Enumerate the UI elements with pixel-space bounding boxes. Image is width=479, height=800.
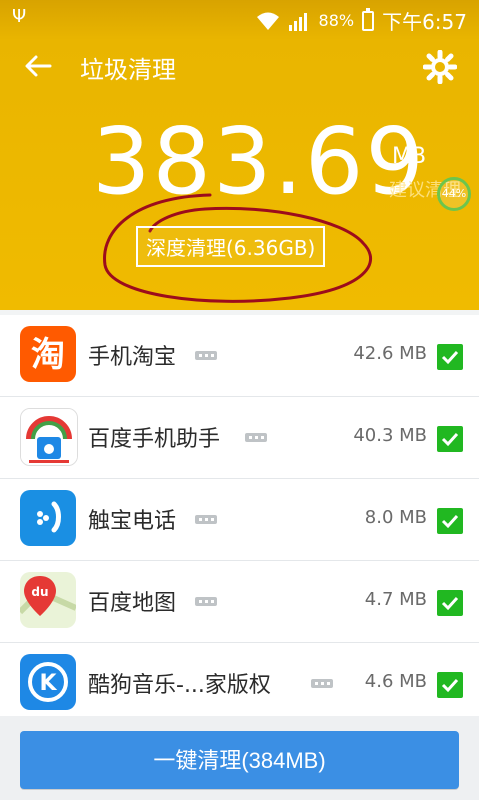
taobao-icon: 淘 (20, 326, 76, 382)
app-name: 手机淘宝 (88, 345, 177, 370)
app-name: 百度地图 (88, 591, 177, 616)
junk-app-list: 淘 手机淘宝 42.6 MB 百度手机助手 40.3 MB 触宝电话 8.0 M… (0, 310, 479, 725)
app-junk-size: 8.0 MB (364, 507, 427, 528)
item-checkbox[interactable] (437, 426, 463, 452)
svg-text:淘: 淘 (31, 335, 65, 375)
app-junk-size: 4.6 MB (364, 671, 427, 692)
gear-icon[interactable] (422, 49, 458, 85)
baidu-map-icon: du (20, 572, 76, 628)
list-item[interactable]: du 百度地图 4.7 MB (0, 561, 479, 643)
page-title: 垃圾清理 (80, 56, 176, 84)
app-name: 酷狗音乐-...家版权 (88, 673, 271, 698)
progress-circle: 44% (437, 177, 471, 211)
item-checkbox[interactable] (437, 590, 463, 616)
list-item[interactable]: K 酷狗音乐-...家版权 4.6 MB (0, 643, 479, 725)
battery-icon (362, 7, 375, 31)
more-icon[interactable] (245, 433, 267, 442)
touchpal-icon (20, 490, 76, 546)
list-item[interactable]: 百度手机助手 40.3 MB (0, 397, 479, 479)
item-checkbox[interactable] (437, 344, 463, 370)
deep-clean-button[interactable]: 深度清理(6.36GB) (136, 226, 326, 267)
status-bar: Ψ 88% 下午6:57 (0, 0, 479, 34)
item-checkbox[interactable] (437, 508, 463, 534)
app-name: 百度手机助手 (88, 427, 221, 452)
usb-icon: Ψ (12, 6, 27, 27)
app-junk-size: 42.6 MB (353, 343, 427, 364)
item-checkbox[interactable] (437, 672, 463, 698)
battery-percent: 88% (318, 11, 355, 30)
bottom-action-bar: 一键清理(384MB) (0, 716, 479, 800)
more-icon[interactable] (195, 597, 217, 606)
app-name: 触宝电话 (88, 509, 177, 534)
more-icon[interactable] (311, 679, 333, 688)
baidu-assistant-icon (20, 408, 78, 466)
wifi-icon (255, 11, 281, 31)
status-time: 下午6:57 (382, 10, 467, 34)
app-junk-size: 40.3 MB (353, 425, 427, 446)
app-bar: 垃圾清理 (0, 34, 479, 98)
app-junk-size: 4.7 MB (364, 589, 427, 610)
header-panel: Ψ 88% 下午6:57 垃圾清理 383.69 MB 建议清理 44% 深度清… (0, 0, 479, 310)
svg-text:du: du (31, 585, 48, 599)
svg-text:K: K (39, 671, 57, 696)
junk-size-unit: MB (392, 144, 427, 169)
list-item[interactable]: 淘 手机淘宝 42.6 MB (0, 315, 479, 397)
signal-icon (288, 11, 311, 31)
back-arrow-icon[interactable] (22, 50, 54, 82)
one-click-clean-button[interactable]: 一键清理(384MB) (20, 731, 459, 789)
more-icon[interactable] (195, 515, 217, 524)
more-icon[interactable] (195, 351, 217, 360)
kugou-icon: K (20, 654, 76, 710)
list-item[interactable]: 触宝电话 8.0 MB (0, 479, 479, 561)
